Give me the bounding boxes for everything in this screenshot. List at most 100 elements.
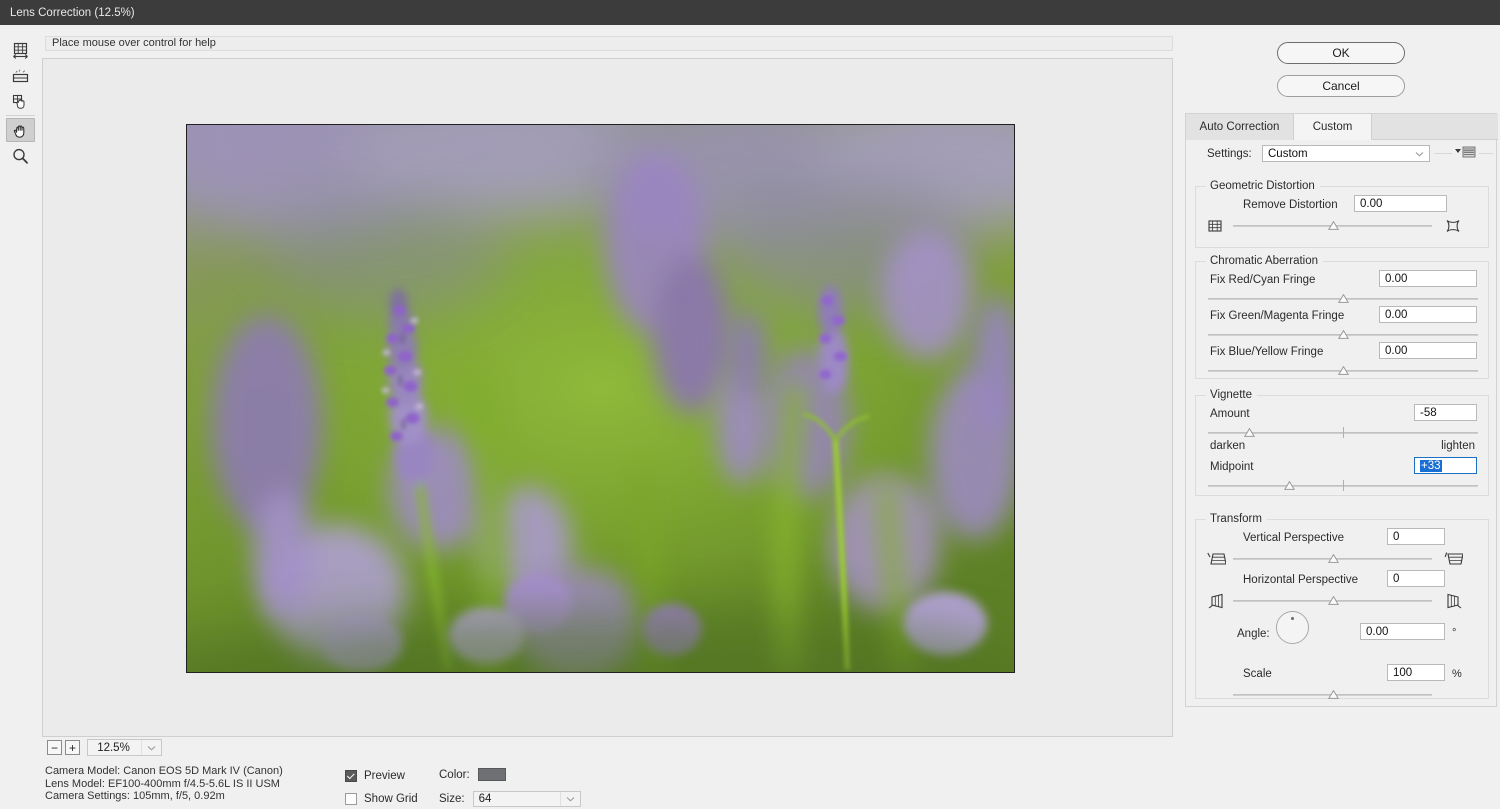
zoom-level-value: 12.5% xyxy=(97,741,130,754)
slider-thumb[interactable] xyxy=(1243,428,1255,437)
horizontal-perspective-slider[interactable] xyxy=(1233,595,1432,607)
show-grid-label: Show Grid xyxy=(364,792,418,805)
vertical-perspective-slider[interactable] xyxy=(1233,553,1432,565)
remove-distortion-tool[interactable] xyxy=(6,38,35,62)
fix-green-magenta-label: Fix Green/Magenta Fringe xyxy=(1210,310,1345,322)
vignette-midpoint-input[interactable]: +33 xyxy=(1414,457,1477,474)
image-preview[interactable] xyxy=(186,124,1015,673)
vignette-amount-label: Amount xyxy=(1210,408,1250,420)
slider-thumb[interactable] xyxy=(1338,294,1349,303)
zoom-in-button[interactable]: + xyxy=(65,740,80,755)
move-grid-tool[interactable] xyxy=(6,90,35,114)
group-title-vignette: Vignette xyxy=(1206,389,1257,402)
vignette-midpoint-value: +33 xyxy=(1420,459,1442,472)
zoom-controls: − + 12.5% xyxy=(42,738,1173,760)
preview-label: Preview xyxy=(364,769,405,782)
horizontal-perspective-input[interactable]: 0 xyxy=(1387,570,1445,587)
vertical-perspective-label: Vertical Perspective xyxy=(1243,532,1344,544)
angle-dial[interactable] xyxy=(1276,611,1309,644)
grid-color-row: Color: xyxy=(439,768,506,781)
settings-value: Custom xyxy=(1268,147,1308,160)
angle-unit: ° xyxy=(1452,627,1457,639)
barrel-distortion-icon xyxy=(1206,217,1224,235)
vignette-amount-slider[interactable] xyxy=(1208,427,1478,439)
settings-label: Settings: xyxy=(1207,148,1252,160)
perspective-right-narrow-icon xyxy=(1443,592,1463,610)
preview-canvas[interactable] xyxy=(42,58,1173,737)
settings-divider-left xyxy=(1434,153,1452,154)
slider-thumb[interactable] xyxy=(1327,554,1339,563)
fix-red-cyan-slider[interactable] xyxy=(1208,293,1478,305)
remove-distortion-input[interactable]: 0.00 xyxy=(1354,195,1447,212)
slider-thumb[interactable] xyxy=(1327,221,1339,230)
ok-button[interactable]: OK xyxy=(1277,42,1405,64)
scale-input[interactable]: 100 xyxy=(1387,664,1445,681)
perspective-left-narrow-icon xyxy=(1206,592,1226,610)
slider-thumb[interactable] xyxy=(1327,596,1339,605)
fix-blue-yellow-slider[interactable] xyxy=(1208,365,1478,377)
remove-distortion-label: Remove Distortion xyxy=(1243,199,1338,211)
scale-slider[interactable] xyxy=(1233,689,1432,701)
group-geometric-distortion: Geometric Distortion Remove Distortion 0… xyxy=(1195,180,1489,248)
group-title-transform: Transform xyxy=(1206,513,1267,526)
fix-red-cyan-label: Fix Red/Cyan Fringe xyxy=(1210,274,1316,286)
straighten-tool[interactable] xyxy=(6,64,35,88)
vignette-darken-hint: darken xyxy=(1210,440,1246,452)
zoom-tool[interactable] xyxy=(6,144,35,168)
camera-settings: Camera Settings: 105mm, f/5, 0.92m xyxy=(45,790,225,802)
angle-label: Angle: xyxy=(1237,628,1270,640)
lens-model: Lens Model: EF100-400mm f/4.5-5.6L IS II… xyxy=(45,777,280,790)
show-grid-checkbox[interactable] xyxy=(345,792,357,805)
zoom-out-button[interactable]: − xyxy=(47,740,62,755)
preview-checkbox-row[interactable]: Preview xyxy=(345,768,405,783)
tab-custom[interactable]: Custom xyxy=(1294,114,1372,140)
slider-thumb[interactable] xyxy=(1284,481,1295,490)
perspective-top-narrow-icon xyxy=(1206,550,1226,568)
slider-center-tick xyxy=(1343,427,1344,438)
window-title: Lens Correction (12.5%) xyxy=(10,6,135,19)
preview-checkbox[interactable] xyxy=(345,769,357,782)
group-title-chromatic-aberration: Chromatic Aberration xyxy=(1206,255,1324,268)
settings-divider-right xyxy=(1479,153,1493,154)
grid-size-row: Size: 64 xyxy=(439,791,581,807)
hand-tool[interactable] xyxy=(6,118,35,142)
group-chromatic-aberration: Chromatic Aberration Fix Red/Cyan Fringe… xyxy=(1195,255,1489,379)
tab-auto-correction[interactable]: Auto Correction xyxy=(1186,114,1294,140)
settings-row: Settings: Custom xyxy=(1186,140,1498,170)
vignette-midpoint-slider[interactable] xyxy=(1208,480,1478,492)
vertical-perspective-input[interactable]: 0 xyxy=(1387,528,1445,545)
scale-unit: % xyxy=(1452,668,1462,680)
fix-green-magenta-slider[interactable] xyxy=(1208,329,1478,341)
scale-label: Scale xyxy=(1243,668,1272,680)
panel-tabs: Auto Correction Custom xyxy=(1186,114,1498,140)
panel-menu-icon[interactable] xyxy=(1454,145,1476,159)
slider-thumb[interactable] xyxy=(1338,366,1349,375)
color-label: Color: xyxy=(439,768,470,781)
zoom-level-dropdown[interactable]: 12.5% xyxy=(87,739,162,756)
vignette-lighten-hint: lighten xyxy=(1441,440,1475,452)
grid-size-value: 64 xyxy=(478,793,492,805)
angle-dial-indicator xyxy=(1291,617,1294,620)
grid-color-swatch[interactable] xyxy=(477,768,506,781)
slider-thumb[interactable] xyxy=(1338,330,1349,339)
pincushion-distortion-icon xyxy=(1444,217,1462,235)
tools-palette xyxy=(0,30,41,175)
fix-blue-yellow-input[interactable]: 0.00 xyxy=(1379,342,1477,359)
fix-green-magenta-input[interactable]: 0.00 xyxy=(1379,306,1477,323)
chevron-down-icon xyxy=(559,792,580,806)
vignette-amount-input[interactable]: -58 xyxy=(1414,404,1477,421)
chevron-down-icon xyxy=(1409,146,1429,161)
angle-input[interactable]: 0.00 xyxy=(1360,623,1445,640)
group-transform: Transform Vertical Perspective 0 Horizon… xyxy=(1195,513,1489,701)
camera-model: Camera Model: Canon EOS 5D Mark IV (Cano… xyxy=(45,765,283,777)
settings-dropdown[interactable]: Custom xyxy=(1262,145,1430,162)
cancel-button[interactable]: Cancel xyxy=(1277,75,1405,97)
size-label: Size: xyxy=(439,793,465,805)
remove-distortion-slider[interactable] xyxy=(1233,220,1432,232)
slider-thumb[interactable] xyxy=(1327,690,1339,699)
grid-size-dropdown[interactable]: 64 xyxy=(472,791,581,807)
help-text: Place mouse over control for help xyxy=(45,36,1173,51)
fix-red-cyan-input[interactable]: 0.00 xyxy=(1379,270,1477,287)
show-grid-checkbox-row[interactable]: Show Grid xyxy=(345,791,418,806)
chevron-down-icon xyxy=(141,740,161,755)
